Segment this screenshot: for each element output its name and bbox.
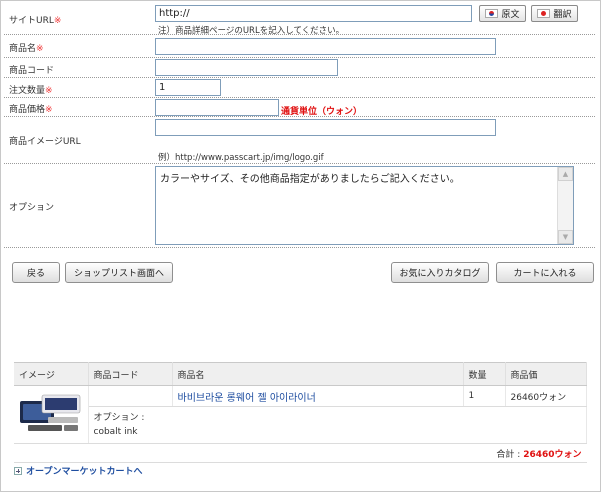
product-code-label: 商品コード: [9, 66, 55, 76]
site-url-label: サイトURL※: [9, 16, 62, 26]
item-price: 26460ウォン: [505, 385, 587, 407]
scroll-down-icon[interactable]: ▼: [558, 230, 573, 244]
japan-flag-icon: [537, 9, 551, 18]
item-name-cell: 바비브라운 롱웨어 젤 아이라이너: [172, 385, 464, 407]
back-button[interactable]: 戻る: [12, 262, 60, 283]
add-to-cart-button[interactable]: カートに入れる: [496, 262, 594, 283]
option-scrollbar[interactable]: ▲ ▼: [557, 167, 573, 244]
item-code: [88, 385, 173, 407]
product-name-label: 商品名※: [9, 44, 44, 54]
product-code-input[interactable]: [155, 59, 338, 76]
open-market-cart-label: オープンマーケットカートへ: [26, 467, 143, 477]
header-price: 商品価: [505, 362, 587, 386]
korea-flag-icon: [485, 9, 499, 18]
currency-note: 通貨単位（ウォン）: [281, 107, 363, 117]
original-text-button[interactable]: 原文: [479, 5, 526, 22]
open-market-cart-link[interactable]: オープンマーケットカートへ: [14, 464, 142, 477]
price-label: 商品価格※: [9, 105, 53, 115]
quantity-row: 注文数量※: [4, 78, 595, 98]
item-name-link[interactable]: 바비브라운 롱웨어 젤 아이라이너: [178, 393, 316, 404]
header-quantity: 数量: [463, 362, 506, 386]
total-label: 合計 :: [496, 449, 521, 460]
option-detail-row: オプション : cobalt ink: [14, 406, 587, 444]
cart-table: イメージ 商品コード 商品名 数量 商品価 바비브라운 롱웨어 젤 아이라이너 …: [14, 362, 587, 463]
image-url-input[interactable]: [155, 119, 496, 136]
plus-icon: [14, 466, 22, 475]
product-image-cell: [14, 385, 89, 444]
product-name-input[interactable]: [155, 38, 496, 55]
product-image: [20, 394, 81, 431]
option-label: オプション: [9, 203, 55, 213]
favorites-catalog-button[interactable]: お気に入りカタログ: [391, 262, 489, 283]
image-url-example: 例）http://www.passcart.jp/img/logo.gif: [158, 153, 324, 163]
option-textarea[interactable]: カラーやサイズ、その他商品指定がありましたらご記入ください。: [155, 166, 574, 245]
translate-button[interactable]: 翻訳: [531, 5, 578, 22]
quantity-input[interactable]: [155, 79, 221, 96]
item-option-cell: オプション : cobalt ink: [88, 406, 587, 444]
cart-header-row: イメージ 商品コード 商品名 数量 商品価: [14, 362, 587, 386]
header-name: 商品名: [172, 362, 464, 386]
shop-list-button[interactable]: ショップリスト画面へ: [65, 262, 173, 283]
item-option-value: cobalt ink: [93, 427, 138, 437]
item-quantity: 1: [463, 385, 506, 407]
table-row: 바비브라운 롱웨어 젤 아이라이너 1 26460ウォン: [14, 385, 587, 444]
site-url-input[interactable]: [155, 5, 472, 22]
header-code: 商品コード: [88, 362, 173, 386]
header-image: イメージ: [14, 362, 89, 386]
total-cell: 合計 : 26460ウォン: [14, 443, 587, 463]
image-url-label: 商品イメージURL: [9, 137, 81, 147]
total-value: 26460ウォン: [523, 449, 582, 460]
quantity-label: 注文数量※: [9, 86, 53, 96]
total-row: 合計 : 26460ウォン: [14, 443, 587, 463]
scroll-up-icon[interactable]: ▲: [558, 167, 573, 181]
price-input[interactable]: [155, 99, 279, 116]
item-option-label: オプション :: [93, 413, 145, 423]
